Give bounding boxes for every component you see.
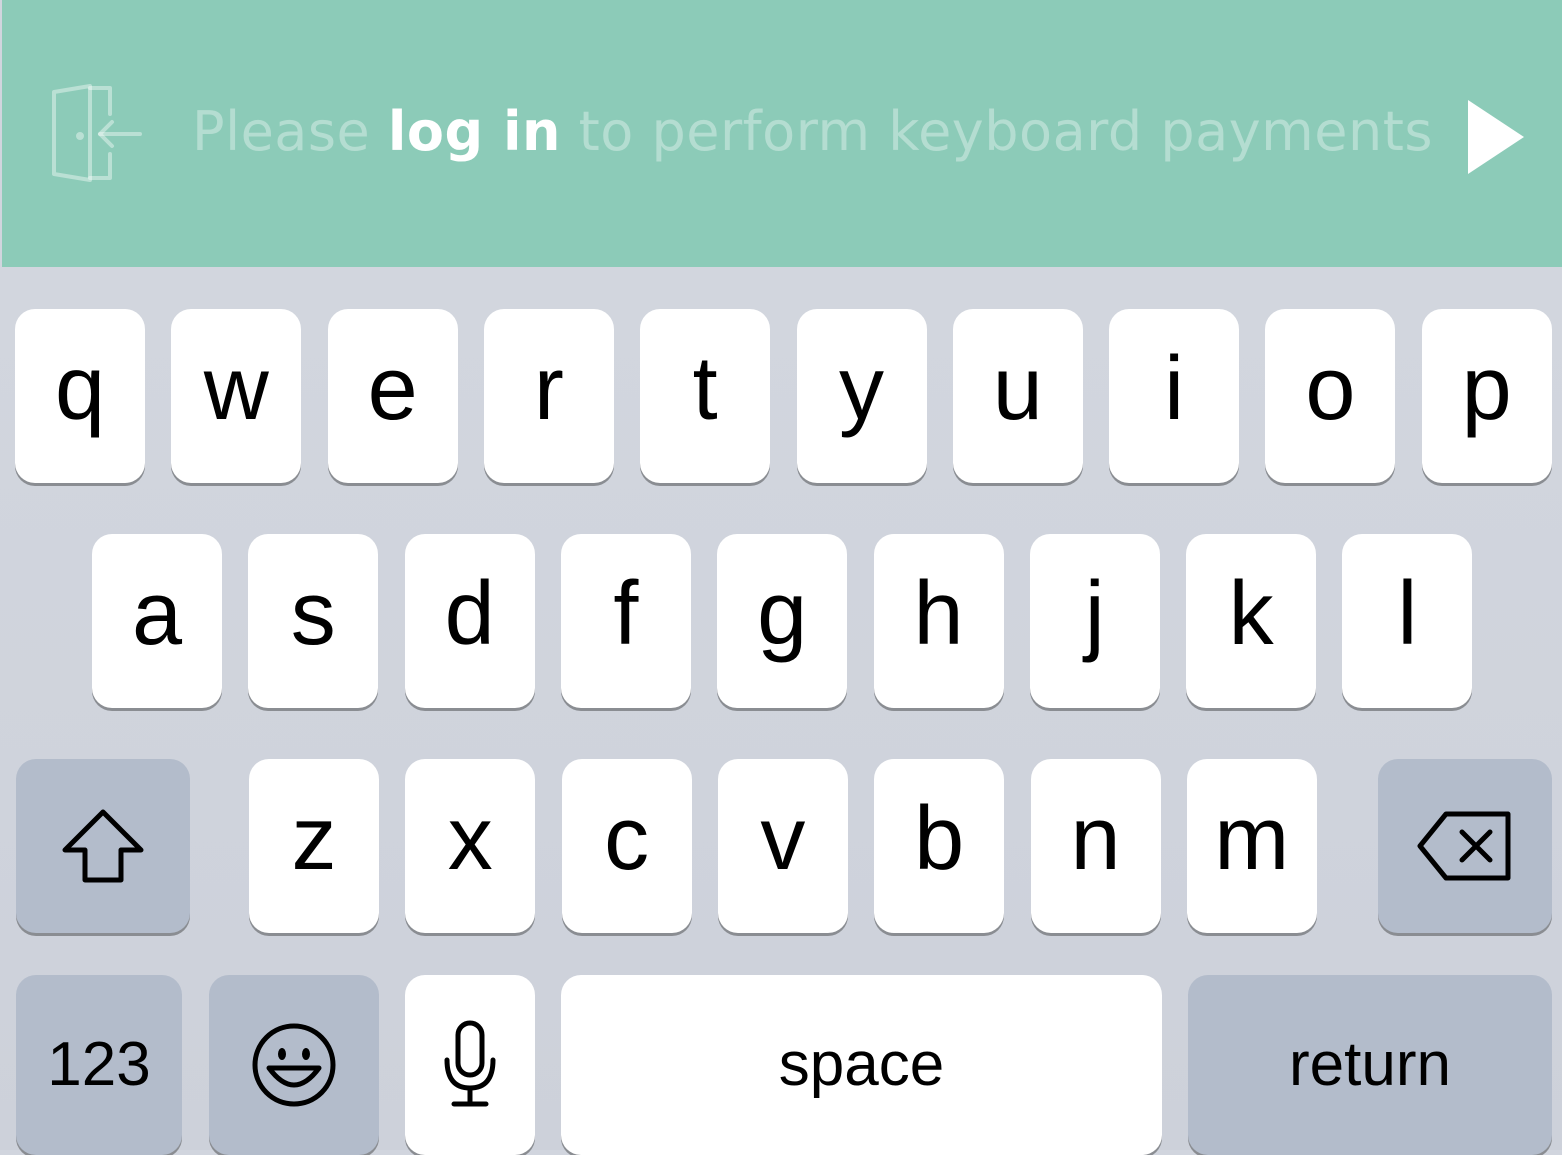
- key-i[interactable]: i: [1109, 309, 1240, 483]
- key-b[interactable]: b: [874, 759, 1005, 933]
- key-l[interactable]: l: [1342, 534, 1473, 708]
- key-label: a: [131, 564, 183, 664]
- key-label: h: [913, 564, 964, 664]
- play-icon[interactable]: [1464, 96, 1528, 178]
- key-t[interactable]: t: [640, 309, 771, 483]
- key-label: g: [757, 564, 808, 664]
- keyboard-payment-banner[interactable]: Please log in to perform keyboard paymen…: [2, 0, 1562, 267]
- key-label: x: [447, 789, 493, 889]
- return-key-label: return: [1289, 1030, 1451, 1099]
- backspace-icon: [1416, 810, 1514, 882]
- key-label: y: [839, 339, 884, 439]
- space-key[interactable]: space: [561, 975, 1162, 1155]
- key-g[interactable]: g: [717, 534, 848, 708]
- key-u[interactable]: u: [952, 309, 1083, 483]
- door-login-icon: [50, 84, 144, 186]
- numbers-key-label: 123: [47, 1030, 151, 1099]
- key-label: m: [1214, 789, 1290, 889]
- key-label: d: [444, 564, 495, 664]
- key-label: o: [1305, 339, 1356, 439]
- key-o[interactable]: o: [1265, 309, 1396, 483]
- key-z[interactable]: z: [249, 759, 379, 933]
- key-n[interactable]: n: [1030, 759, 1161, 933]
- key-label: r: [533, 339, 564, 439]
- key-w[interactable]: w: [171, 309, 302, 483]
- key-k[interactable]: k: [1186, 534, 1317, 708]
- key-label: q: [54, 339, 106, 439]
- key-j[interactable]: j: [1029, 534, 1160, 708]
- key-x[interactable]: x: [405, 759, 536, 933]
- key-label: b: [914, 789, 965, 889]
- key-label: j: [1084, 564, 1105, 664]
- delete-key[interactable]: [1378, 759, 1552, 933]
- key-m[interactable]: m: [1186, 759, 1317, 933]
- key-q[interactable]: q: [15, 309, 145, 483]
- key-v[interactable]: v: [717, 759, 848, 933]
- key-label: v: [760, 789, 806, 889]
- key-h[interactable]: h: [873, 534, 1004, 708]
- login-link[interactable]: log in: [388, 100, 561, 163]
- shift-key[interactable]: [16, 759, 190, 933]
- key-label: n: [1070, 789, 1121, 889]
- key-d[interactable]: d: [404, 534, 535, 708]
- banner-message: Please log in to perform keyboard paymen…: [192, 100, 1434, 163]
- key-label: s: [290, 564, 336, 664]
- return-key[interactable]: return: [1188, 975, 1552, 1155]
- shift-arrow-icon: [61, 808, 145, 884]
- key-e[interactable]: e: [327, 309, 458, 483]
- microphone-icon: [442, 1020, 498, 1110]
- key-s[interactable]: s: [248, 534, 379, 708]
- key-y[interactable]: y: [796, 309, 927, 483]
- key-p[interactable]: p: [1421, 309, 1552, 483]
- key-label: u: [992, 339, 1043, 439]
- key-label: t: [692, 339, 718, 439]
- key-label: i: [1164, 339, 1185, 439]
- numbers-key[interactable]: 123: [16, 975, 182, 1155]
- space-key-label: space: [778, 1030, 945, 1099]
- key-label: z: [291, 789, 337, 889]
- key-label: e: [367, 339, 418, 439]
- key-r[interactable]: r: [483, 309, 614, 483]
- emoji-smiley-icon: [251, 1022, 337, 1108]
- emoji-key[interactable]: [209, 975, 379, 1155]
- key-c[interactable]: c: [561, 759, 692, 933]
- keyboard: qwe r t y u i o p a s d f g h j k l z x c v b nm 123 space r…: [0, 267, 1562, 1155]
- key-a[interactable]: a: [92, 534, 222, 708]
- key-label: l: [1397, 564, 1418, 664]
- key-label: p: [1461, 339, 1512, 439]
- dictation-key[interactable]: [405, 975, 535, 1155]
- key-label: c: [604, 789, 650, 889]
- key-label: f: [613, 564, 639, 664]
- key-label: w: [203, 339, 269, 439]
- key-label: k: [1228, 564, 1274, 664]
- key-f[interactable]: f: [560, 534, 691, 708]
